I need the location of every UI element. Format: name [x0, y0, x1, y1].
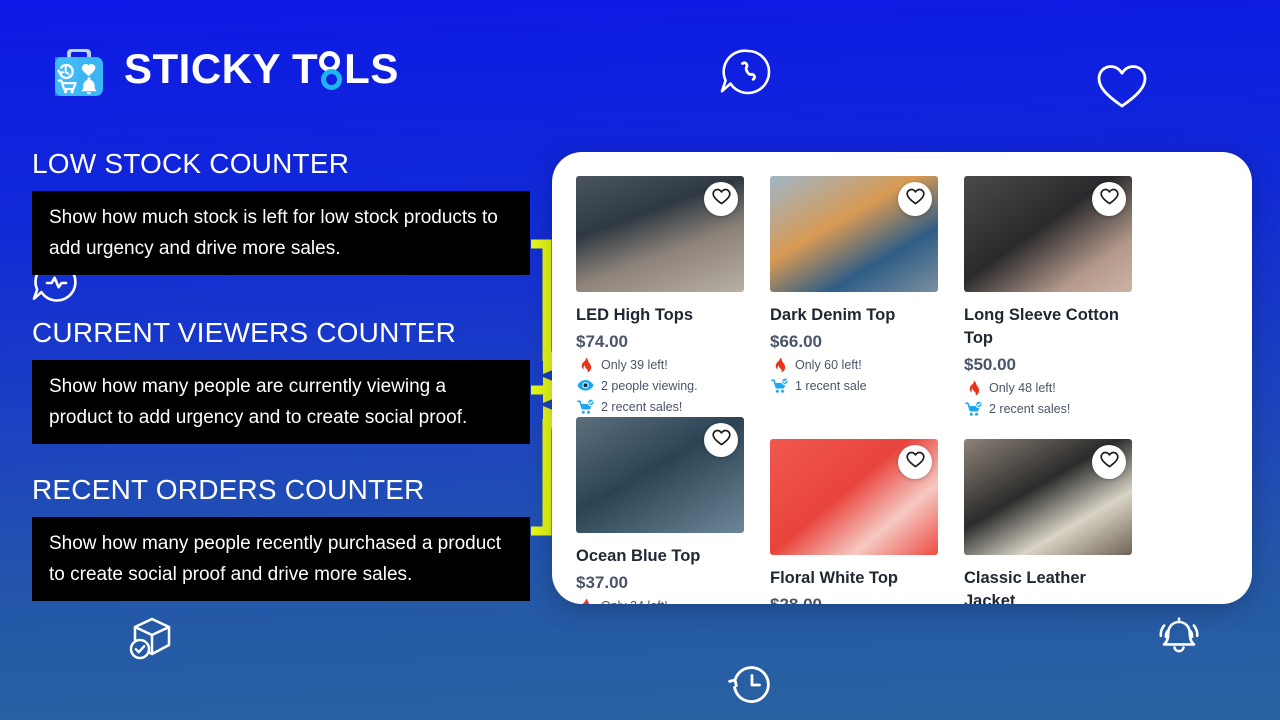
heart-icon	[905, 188, 925, 210]
counter-text: Only 48 left!	[989, 380, 1056, 395]
flame-icon	[770, 356, 789, 373]
brand-wordmark: STICKY T LS	[124, 45, 399, 93]
product-counter: 1 recent sale	[770, 377, 964, 394]
product-counter: 2 recent sales!	[576, 398, 770, 415]
feature-description: Show how much stock is left for low stoc…	[32, 191, 530, 275]
eye-icon	[576, 377, 595, 394]
wishlist-button[interactable]	[1092, 445, 1126, 479]
counter-text: 1 recent sale	[795, 378, 867, 393]
feature-low-stock: LOW STOCK COUNTER Show how much stock is…	[32, 148, 530, 275]
logo-ring-cyan	[321, 68, 343, 90]
toolbox-logo-icon	[48, 38, 110, 100]
product-card[interactable]: LED High Tops $74.00 Only 39 left! 2 people…	[576, 176, 770, 417]
feature-description: Show how many people are currently viewi…	[32, 360, 530, 444]
product-card[interactable]: Ocean Blue Top$37.00Only 34 left!1 recen…	[576, 417, 770, 604]
feature-title: LOW STOCK COUNTER	[32, 148, 350, 179]
product-title[interactable]: Long Sleeve Cotton Top	[964, 304, 1136, 350]
wishlist-button[interactable]	[898, 445, 932, 479]
feature-title: RECENT ORDERS COUNTER	[32, 474, 425, 505]
feature-current-viewers: CURRENT VIEWERS COUNTER Show how many pe…	[32, 317, 530, 444]
product-image[interactable]	[964, 439, 1132, 555]
package-check-icon	[124, 613, 178, 670]
product-counter: Only 60 left!	[770, 356, 964, 373]
flame-icon	[576, 597, 595, 604]
feature-title: CURRENT VIEWERS COUNTER	[32, 317, 457, 348]
product-price: $50.00	[964, 355, 1016, 374]
wishlist-button[interactable]	[704, 423, 738, 457]
product-title[interactable]: LED High Tops	[576, 304, 748, 327]
feature-description: Show how many people recently purchased …	[32, 517, 530, 601]
product-image[interactable]	[770, 439, 938, 555]
counter-text: Only 39 left!	[601, 357, 668, 372]
wishlist-button[interactable]	[1092, 182, 1126, 216]
counter-text: 2 recent sales!	[601, 399, 683, 414]
product-counter: 2 people viewing.	[576, 377, 770, 394]
flame-icon	[576, 356, 595, 373]
product-image[interactable]	[576, 176, 744, 292]
counter-text: Only 60 left!	[795, 357, 862, 372]
counter-text: 2 people viewing.	[601, 378, 698, 393]
product-card[interactable]: Dark Denim Top $66.00 Only 60 left! 1 recen…	[770, 176, 964, 417]
wishlist-button[interactable]	[704, 182, 738, 216]
product-grid: LED High Tops $74.00 Only 39 left! 2 people…	[576, 176, 1252, 604]
heart-icon	[1099, 188, 1119, 210]
brand-logo: STICKY T LS	[48, 38, 399, 100]
product-counter: 2 recent sales!	[964, 400, 1158, 417]
cart-check-icon	[964, 400, 983, 417]
heart-icon	[905, 451, 925, 473]
bell-ring-icon	[1152, 612, 1206, 669]
product-card[interactable]: Long Sleeve Cotton Top $50.00 Only 48 left…	[964, 176, 1158, 417]
product-image[interactable]	[964, 176, 1132, 292]
product-price: $37.00	[576, 573, 628, 592]
product-title[interactable]: Classic Leather Jacket	[964, 567, 1136, 604]
product-title[interactable]: Ocean Blue Top	[576, 545, 748, 568]
product-title[interactable]: Dark Denim Top	[770, 304, 942, 327]
heart-outline-icon	[1095, 62, 1149, 115]
product-card[interactable]: Classic Leather Jacket$99.00	[964, 439, 1158, 604]
product-counter: Only 48 left!	[964, 379, 1158, 396]
shop-preview-panel: LED High Tops $74.00 Only 39 left! 2 people…	[552, 152, 1252, 604]
brand-name-part1: STICKY	[124, 45, 282, 92]
clock-rewind-icon	[726, 660, 776, 713]
heart-icon	[711, 429, 731, 451]
flame-icon	[964, 379, 983, 396]
wishlist-button[interactable]	[898, 182, 932, 216]
heart-icon	[1099, 451, 1119, 473]
counter-text: Only 34 left!	[601, 599, 668, 605]
cart-check-icon	[576, 398, 595, 415]
product-image[interactable]	[770, 176, 938, 292]
brand-name-part3: LS	[344, 45, 399, 92]
brand-name-part2: T	[292, 45, 319, 92]
product-price: $28.00	[770, 595, 964, 604]
product-image[interactable]	[576, 417, 744, 533]
heart-icon	[711, 188, 731, 210]
counter-text: 2 recent sales!	[989, 401, 1071, 416]
product-card[interactable]: Floral White Top $28.00	[770, 439, 964, 604]
chat-phone-icon	[718, 48, 776, 105]
product-price: $66.00	[770, 332, 822, 351]
cart-check-icon	[770, 377, 789, 394]
product-price: $74.00	[576, 332, 628, 351]
product-counter: Only 34 left!	[576, 597, 770, 604]
product-counter: Only 39 left!	[576, 356, 770, 373]
feature-recent-orders: RECENT ORDERS COUNTER Show how many peop…	[32, 474, 530, 601]
product-title[interactable]: Floral White Top	[770, 567, 942, 590]
